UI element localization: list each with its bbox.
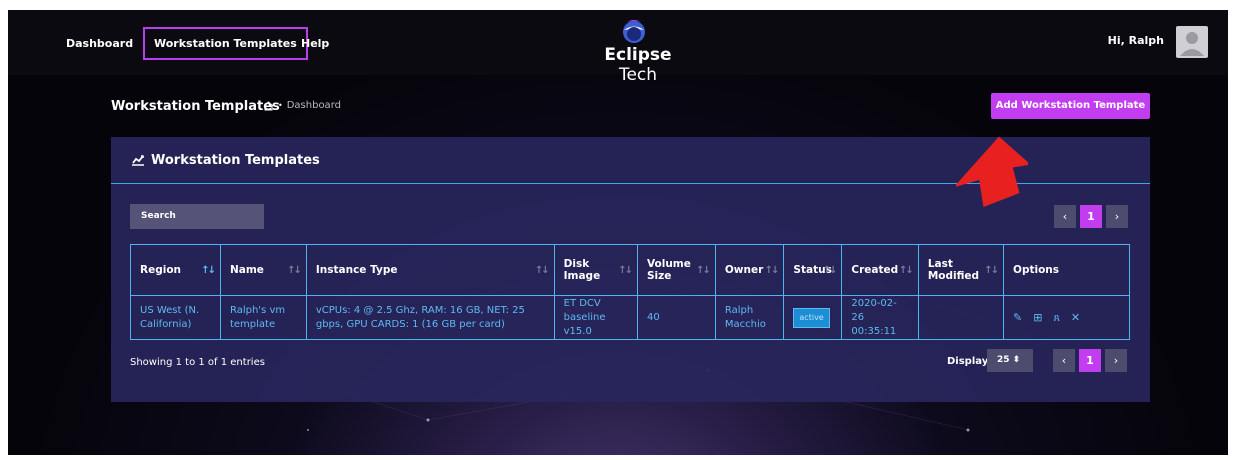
table-header-row: Region ↑↓ Name ↑↓ Instance Type ↑↓ Disk Ima… xyxy=(130,244,1130,296)
column-header-instance-type[interactable]: Instance Type ↑↓ xyxy=(305,244,555,296)
add-workstation-template-button[interactable]: Add Workstation Template xyxy=(991,93,1150,119)
column-header-region[interactable]: Region ↑↓ xyxy=(130,244,221,296)
annotation-arrow-icon xyxy=(956,136,1028,207)
user-avatar[interactable] xyxy=(1176,26,1208,58)
nav-help-link[interactable]: Help xyxy=(291,27,339,60)
table-row[interactable]: US West (N. California) Ralph's vm templ… xyxy=(130,295,1130,340)
cell-disk-image: ET DCV baseline v15.0 xyxy=(553,295,638,340)
brand-name: Eclipse Tech xyxy=(604,45,672,85)
share-users-icon[interactable]: ጸ xyxy=(1053,311,1059,325)
column-header-volume-size[interactable]: Volume Size ↑↓ xyxy=(636,244,716,296)
page-title: Workstation Templates xyxy=(111,99,280,114)
eclipse-tech-logo[interactable]: Eclipse Tech xyxy=(583,19,693,85)
chart-icon xyxy=(132,155,144,166)
column-header-created[interactable]: Created ↑↓ xyxy=(841,244,919,296)
nav-workstation-templates-link[interactable]: Workstation Templates xyxy=(143,27,308,60)
cell-options: ✎ ⊞ ጸ ✕ xyxy=(1003,295,1130,340)
nav-dashboard-link[interactable]: Dashboard xyxy=(56,27,143,60)
sort-icon: ↑↓ xyxy=(287,265,302,276)
next-page-button[interactable]: › xyxy=(1106,205,1128,228)
templates-table: Region ↑↓ Name ↑↓ Instance Type ↑↓ Disk Ima… xyxy=(130,244,1130,340)
duplicate-icon[interactable]: ⊞ xyxy=(1033,311,1042,325)
page-1-button[interactable]: 1 xyxy=(1079,349,1101,372)
prev-page-button[interactable]: ‹ xyxy=(1053,349,1075,372)
home-icon[interactable] xyxy=(263,100,274,111)
pagination-bottom: ‹ 1 › xyxy=(1053,349,1127,372)
user-greeting[interactable]: Hi, Ralph xyxy=(1108,34,1164,47)
breadcrumb-separator: • xyxy=(278,101,283,110)
top-navbar: Dashboard Workstation Templates Help Ecl… xyxy=(8,10,1228,85)
pagination-top: ‹ 1 › xyxy=(1054,205,1128,228)
select-arrows-icon: ⬍ xyxy=(1012,355,1021,365)
prev-page-button[interactable]: ‹ xyxy=(1054,205,1076,228)
cell-owner: Ralph Macchio xyxy=(714,295,785,340)
user-silhouette-icon xyxy=(1180,32,1204,56)
sort-icon: ↑↓ xyxy=(618,265,633,276)
sort-icon: ↑↓ xyxy=(822,265,838,276)
cell-created: 2020-02-26 00:35:11 xyxy=(841,295,919,340)
page-1-button[interactable]: 1 xyxy=(1080,205,1102,228)
column-header-owner[interactable]: Owner ↑↓ xyxy=(714,244,785,296)
column-header-options: Options xyxy=(1003,244,1130,296)
cell-status: active xyxy=(783,295,843,340)
search-input[interactable]: Search xyxy=(130,204,264,229)
sort-icon: ↑↓ xyxy=(899,265,914,276)
breadcrumb: • Dashboard xyxy=(263,100,341,111)
status-badge: active xyxy=(793,307,830,328)
sort-icon: ↑↓ xyxy=(984,265,999,276)
sort-icon: ↑↓ xyxy=(534,265,550,276)
eclipse-logo-icon xyxy=(623,20,645,43)
entries-summary: Showing 1 to 1 of 1 entries xyxy=(130,357,265,368)
next-page-button[interactable]: › xyxy=(1105,349,1127,372)
app-window: Dashboard Workstation Templates Help Ecl… xyxy=(8,10,1228,455)
cell-region: US West (N. California) xyxy=(130,295,221,340)
column-header-name[interactable]: Name ↑↓ xyxy=(219,244,307,296)
cell-volume-size: 40 xyxy=(636,295,716,340)
delete-icon[interactable]: ✕ xyxy=(1071,311,1080,325)
column-header-last-modified[interactable]: Last Modified ↑↓ xyxy=(917,244,1005,296)
cell-name: Ralph's vm template xyxy=(219,295,307,340)
page-size-select[interactable]: 25 ⬍ xyxy=(987,349,1033,372)
edit-icon[interactable]: ✎ xyxy=(1013,311,1022,325)
cell-last-modified xyxy=(917,295,1005,340)
sort-icon: ↑↓ xyxy=(696,265,711,276)
column-header-disk-image[interactable]: Disk Image ↑↓ xyxy=(553,244,638,296)
column-header-status[interactable]: Status ↑↓ xyxy=(783,244,843,296)
panel-title: Workstation Templates xyxy=(151,153,320,168)
sort-icon: ↑↓ xyxy=(764,265,780,276)
breadcrumb-dashboard-link[interactable]: Dashboard xyxy=(287,100,341,111)
display-label: Display xyxy=(947,356,989,367)
sort-asc-icon: ↑↓ xyxy=(201,265,216,276)
cell-instance-type: vCPUs: 4 @ 2.5 Ghz, RAM: 16 GB, NET: 25 … xyxy=(305,295,555,340)
